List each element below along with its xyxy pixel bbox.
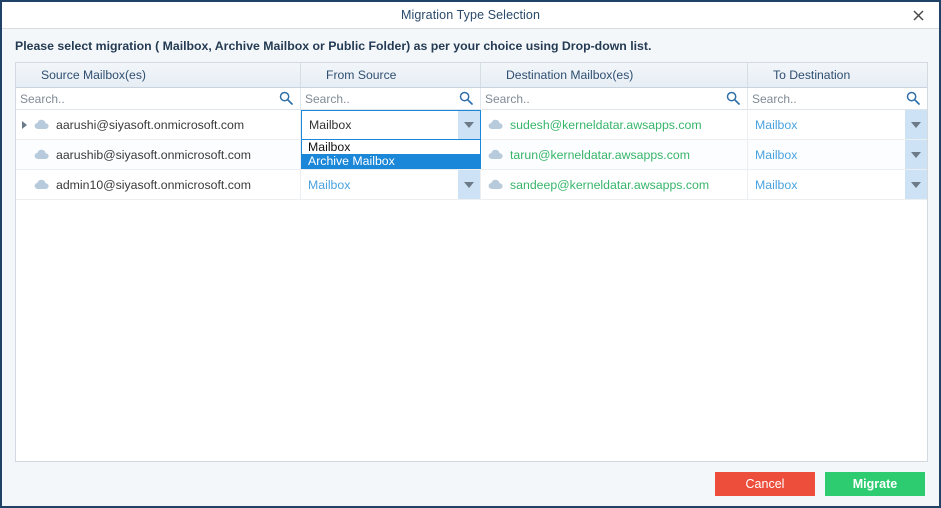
dropdown-option-mailbox[interactable]: Mailbox: [302, 140, 480, 154]
column-header-label: To Destination: [773, 68, 851, 82]
cloud-icon: [33, 179, 51, 190]
dropdown-option-archive-mailbox[interactable]: Archive Mailbox: [302, 154, 480, 168]
from-source-dropdown-trigger[interactable]: Mailbox: [301, 110, 481, 140]
cloud-glyph: [488, 149, 503, 159]
cloud-glyph: [34, 119, 49, 129]
dialog-footer: Cancel Migrate: [2, 462, 939, 506]
source-mailbox-label: aarushib@siyasoft.onmicrosoft.com: [56, 147, 251, 162]
from-source-dropdown-list[interactable]: Mailbox Archive Mailbox: [301, 140, 481, 169]
search-glyph: [726, 91, 740, 105]
search-icon[interactable]: [906, 91, 920, 105]
search-icon[interactable]: [726, 91, 740, 105]
chevron-down-icon[interactable]: [905, 110, 927, 139]
cloud-icon: [487, 179, 505, 190]
cloud-icon: [487, 149, 505, 160]
to-destination-value: Mailbox: [755, 147, 798, 162]
to-destination-value: Mailbox: [755, 177, 798, 192]
search-input-to-destination[interactable]: Search..: [752, 92, 797, 106]
destination-mailbox-label: sudesh@kerneldatar.awsapps.com: [510, 117, 702, 132]
cloud-glyph: [34, 149, 49, 159]
cell-source-mailbox[interactable]: aarushib@siyasoft.onmicrosoft.com: [16, 140, 301, 169]
cell-destination-mailbox[interactable]: sandeep@kerneldatar.awsapps.com: [481, 170, 748, 199]
migration-grid: Source Mailbox(es) From Source Destinati…: [15, 62, 928, 462]
to-destination-value: Mailbox: [755, 117, 798, 132]
table-row[interactable]: admin10@siyasoft.onmicrosoft.com Mailbox…: [16, 170, 927, 200]
to-destination-dropdown[interactable]: Mailbox: [748, 140, 927, 169]
cell-to-destination[interactable]: Mailbox: [748, 140, 927, 169]
column-header-label: From Source: [326, 68, 397, 82]
search-icon[interactable]: [459, 91, 473, 105]
window-title-bar: Migration Type Selection: [2, 2, 939, 29]
search-icon[interactable]: [279, 91, 293, 105]
instruction-text: Please select migration ( Mailbox, Archi…: [15, 38, 652, 53]
search-input-from-source[interactable]: Search..: [305, 92, 350, 106]
chevron-down-icon[interactable]: [905, 140, 927, 169]
chevron-down-icon[interactable]: [458, 111, 480, 139]
from-source-selected-value: Mailbox: [309, 118, 352, 132]
column-header-to-destination[interactable]: To Destination: [748, 63, 927, 87]
instruction-bar: Please select migration ( Mailbox, Archi…: [2, 30, 939, 61]
window-title: Migration Type Selection: [400, 8, 541, 22]
cancel-button[interactable]: Cancel: [715, 472, 815, 496]
destination-mailbox-label: sandeep@kerneldatar.awsapps.com: [510, 177, 710, 192]
cell-to-destination[interactable]: Mailbox: [748, 110, 927, 139]
column-header-from-source[interactable]: From Source: [301, 63, 481, 87]
cell-from-source[interactable]: Mailbox: [301, 170, 481, 199]
to-destination-dropdown[interactable]: Mailbox: [748, 110, 927, 139]
cloud-glyph: [488, 119, 503, 129]
search-glyph: [459, 91, 473, 105]
cell-destination-mailbox[interactable]: tarun@kerneldatar.awsapps.com: [481, 140, 748, 169]
row-expander-icon[interactable]: [16, 120, 33, 129]
search-cell-source-mailboxes[interactable]: Search..: [16, 88, 301, 109]
search-glyph: [279, 91, 293, 105]
to-destination-dropdown[interactable]: Mailbox: [748, 170, 927, 199]
search-input-source-mailboxes[interactable]: Search..: [20, 92, 65, 106]
from-source-dropdown-open[interactable]: Mailbox Mailbox Archive Mailbox: [301, 110, 481, 169]
search-glyph: [906, 91, 920, 105]
destination-mailbox-label: tarun@kerneldatar.awsapps.com: [510, 147, 690, 162]
close-glyph: [913, 10, 923, 20]
column-header-label: Destination Mailbox(es): [506, 68, 634, 82]
cell-destination-mailbox[interactable]: sudesh@kerneldatar.awsapps.com: [481, 110, 748, 139]
cloud-icon: [33, 149, 51, 160]
source-mailbox-label: admin10@siyasoft.onmicrosoft.com: [56, 177, 251, 192]
cell-source-mailbox[interactable]: admin10@siyasoft.onmicrosoft.com: [16, 170, 301, 199]
source-mailbox-label: aarushi@siyasoft.onmicrosoft.com: [56, 117, 245, 132]
cell-source-mailbox[interactable]: aarushi@siyasoft.onmicrosoft.com: [16, 110, 301, 139]
column-header-destination-mailboxes[interactable]: Destination Mailbox(es): [481, 63, 748, 87]
cloud-icon: [33, 119, 51, 130]
grid-body: aarushi@siyasoft.onmicrosoft.com sudesh@…: [16, 110, 927, 461]
from-source-value: Mailbox: [308, 177, 351, 192]
column-header-source-mailboxes[interactable]: Source Mailbox(es): [16, 63, 301, 87]
search-cell-from-source[interactable]: Search..: [301, 88, 481, 109]
close-icon[interactable]: [903, 2, 933, 28]
from-source-dropdown[interactable]: Mailbox: [301, 170, 480, 199]
search-cell-destination-mailboxes[interactable]: Search..: [481, 88, 748, 109]
cloud-glyph: [34, 179, 49, 189]
search-cell-to-destination[interactable]: Search..: [748, 88, 927, 109]
grid-header-row: Source Mailbox(es) From Source Destinati…: [16, 63, 927, 88]
grid-search-row: Search.. Search.. Search.. Search..: [16, 88, 927, 110]
search-input-destination-mailboxes[interactable]: Search..: [485, 92, 530, 106]
cloud-glyph: [488, 179, 503, 189]
chevron-down-icon[interactable]: [905, 170, 927, 199]
column-header-label: Source Mailbox(es): [41, 68, 146, 82]
chevron-down-icon[interactable]: [458, 170, 480, 199]
migrate-button[interactable]: Migrate: [825, 472, 925, 496]
cell-to-destination[interactable]: Mailbox: [748, 170, 927, 199]
cloud-icon: [487, 119, 505, 130]
